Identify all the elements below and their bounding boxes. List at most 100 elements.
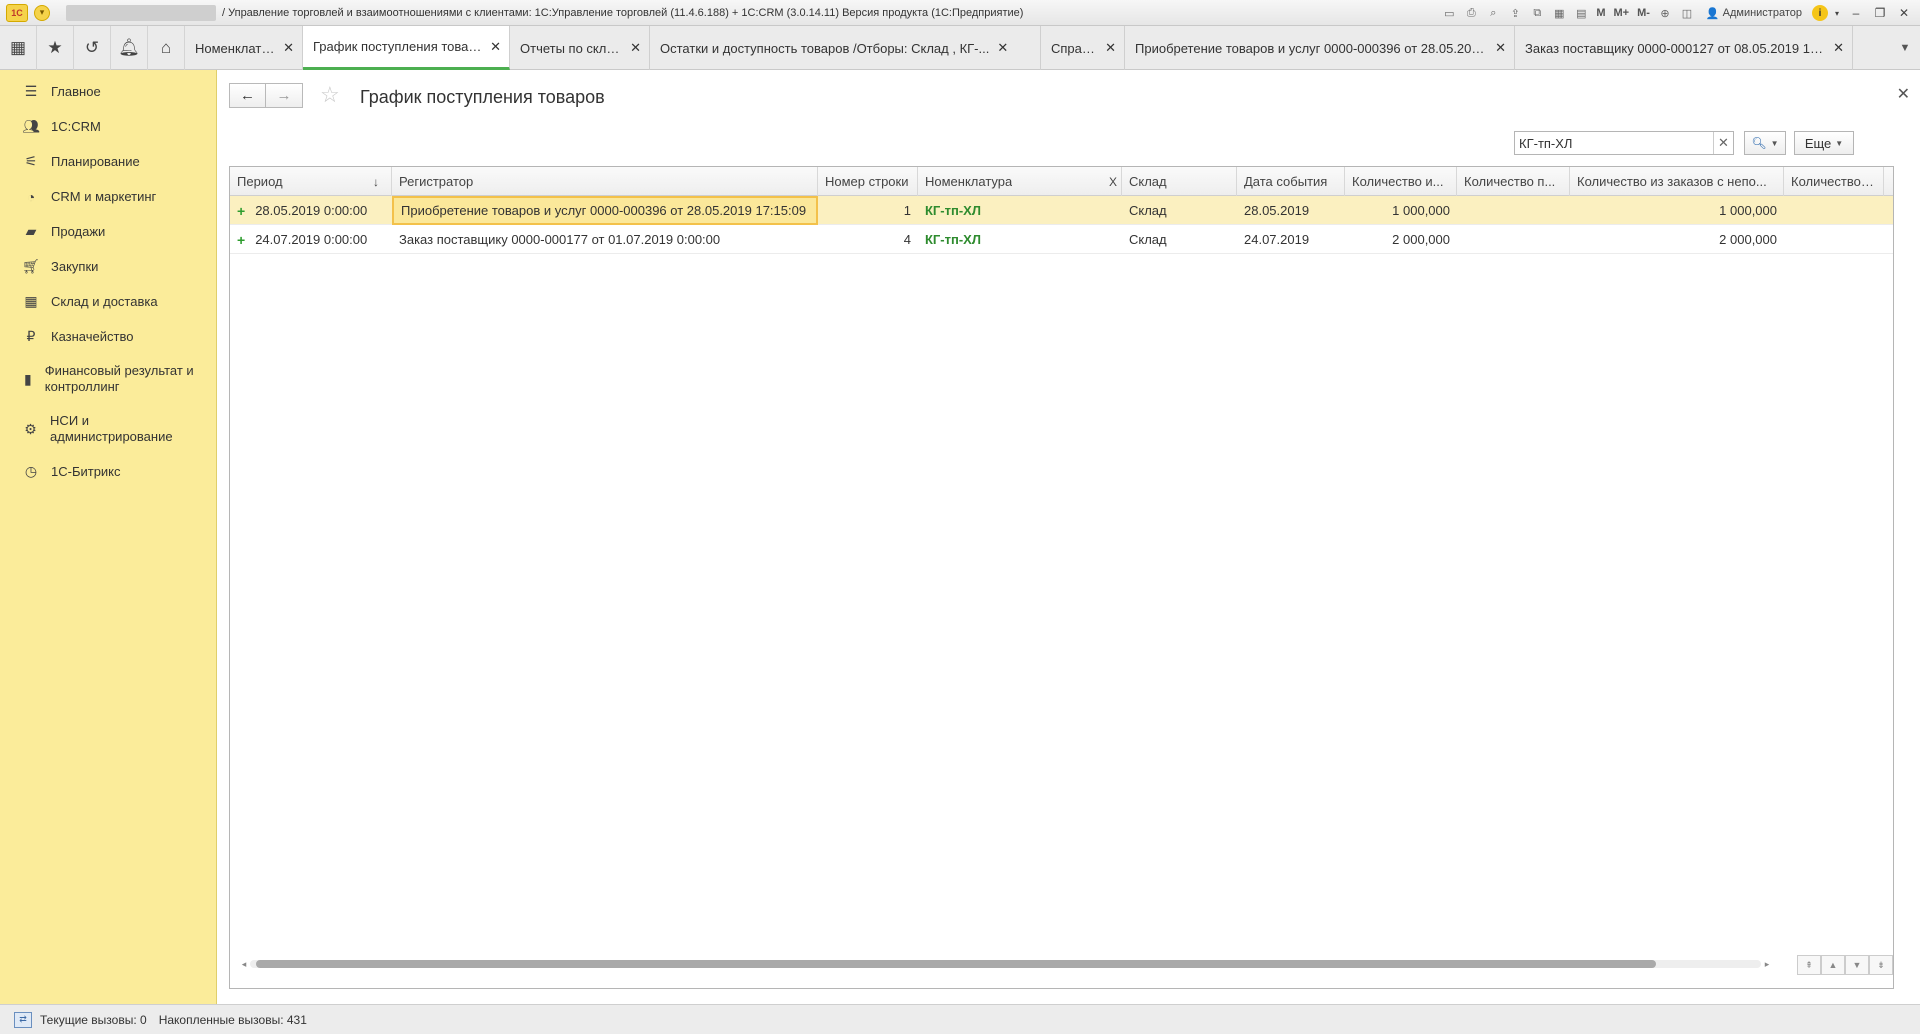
tabs-overflow-icon[interactable]: ▼: [1890, 26, 1920, 70]
favorites-star-icon[interactable]: ★: [37, 26, 74, 70]
clear-search-icon[interactable]: ✕: [1713, 132, 1733, 154]
zoom-icon[interactable]: ⊕: [1656, 4, 1674, 22]
calendar-icon[interactable]: ▤: [1572, 4, 1590, 22]
cell-period[interactable]: +24.07.2019 0:00:00: [230, 225, 392, 254]
memory-button[interactable]: M: [1594, 7, 1607, 19]
horizontal-scrollbar[interactable]: ◂ ▸: [238, 958, 1773, 970]
table-row[interactable]: +24.07.2019 0:00:00 Заказ поставщику 000…: [230, 225, 1893, 254]
cell-warehouse[interactable]: Склад: [1122, 225, 1237, 254]
tab-goods-receipt-schedule[interactable]: График поступления товаров ✕: [303, 26, 510, 70]
go-up-icon[interactable]: ▲: [1821, 955, 1845, 975]
column-header-qty2[interactable]: Количество п...: [1457, 167, 1570, 196]
sidebar-item-treasury[interactable]: ₽ Казначейство: [0, 319, 216, 354]
notifications-bell-icon[interactable]: 🔔︎: [111, 26, 148, 70]
cell-event-date[interactable]: 28.05.2019: [1237, 196, 1345, 225]
info-icon[interactable]: i: [1812, 5, 1828, 21]
go-first-icon[interactable]: ⇞: [1797, 955, 1821, 975]
close-icon[interactable]: ✕: [283, 40, 294, 56]
cell-line-number[interactable]: 4: [818, 225, 918, 254]
tab-nomenclature[interactable]: Номенклатура ✕: [185, 26, 303, 70]
more-button[interactable]: Еще ▼: [1794, 131, 1854, 155]
close-icon[interactable]: ✕: [1833, 40, 1844, 56]
scroll-right-icon[interactable]: ▸: [1761, 959, 1773, 970]
server-calls-icon[interactable]: ⇄: [14, 1011, 32, 1028]
forward-arrow-icon[interactable]: →: [266, 83, 303, 108]
close-form-icon[interactable]: ✕: [1897, 84, 1910, 104]
scroll-thumb[interactable]: [256, 960, 1656, 968]
history-icon[interactable]: ↺: [74, 26, 111, 70]
favorite-star-icon[interactable]: ☆: [320, 84, 340, 106]
scroll-left-icon[interactable]: ◂: [238, 959, 250, 970]
cell-qty3[interactable]: 1 000,000: [1570, 196, 1784, 225]
back-arrow-icon[interactable]: ←: [229, 83, 266, 108]
close-icon[interactable]: ✕: [630, 40, 641, 56]
sidebar-item-main[interactable]: ☰ Главное: [0, 74, 216, 109]
column-header-qty3[interactable]: Количество из заказов с непо...: [1570, 167, 1784, 196]
sidebar-item-crm[interactable]: 👥︎ 1С:CRM: [0, 109, 216, 144]
cell-nomenclature[interactable]: КГ-тп-ХЛ: [918, 196, 1100, 225]
close-icon[interactable]: ✕: [997, 40, 1008, 56]
cell-qty1[interactable]: 1 000,000: [1345, 196, 1457, 225]
cell-qty1[interactable]: 2 000,000: [1345, 225, 1457, 254]
print-icon[interactable]: ⎙: [1462, 4, 1480, 22]
main-menu-button[interactable]: ▾: [34, 4, 50, 21]
cell-line-number[interactable]: 1: [818, 196, 918, 225]
copy-icon[interactable]: ⧉: [1528, 4, 1546, 22]
cell-registrar[interactable]: Приобретение товаров и услуг 0000-000396…: [392, 196, 818, 225]
upload-icon[interactable]: ⇪: [1506, 4, 1524, 22]
restore-button[interactable]: ❐: [1870, 4, 1890, 22]
column-header-event-date[interactable]: Дата события: [1237, 167, 1345, 196]
tab-purchase-document[interactable]: Приобретение товаров и услуг 0000-000396…: [1125, 26, 1515, 70]
cell-qty4[interactable]: [1784, 196, 1884, 225]
home-icon[interactable]: ⌂: [148, 26, 185, 70]
sidebar-item-planning[interactable]: ⚟ Планирование: [0, 144, 216, 179]
sidebar-item-bitrix[interactable]: ◷ 1С-Битрикс: [0, 454, 216, 489]
memory-plus-button[interactable]: M+: [1612, 7, 1632, 19]
tab-warehouse-reports[interactable]: Отчеты по складу ✕: [510, 26, 650, 70]
column-header-qty1[interactable]: Количество и...: [1345, 167, 1457, 196]
save-icon[interactable]: ▭: [1440, 4, 1458, 22]
column-header-qty4[interactable]: Количество по: [1784, 167, 1884, 196]
scroll-track[interactable]: [250, 960, 1761, 968]
minimize-button[interactable]: –: [1846, 4, 1866, 22]
apps-grid-icon[interactable]: ▦: [0, 26, 37, 70]
table-row[interactable]: +28.05.2019 0:00:00 Приобретение товаров…: [230, 196, 1893, 225]
search-button[interactable]: 🔍︎ ▼: [1744, 131, 1786, 155]
sidebar-item-admin[interactable]: ⚙ НСИ и администрирование: [0, 404, 216, 454]
preview-icon[interactable]: ⌕: [1484, 4, 1502, 22]
go-down-icon[interactable]: ▼: [1845, 955, 1869, 975]
spreadsheet-icon[interactable]: ▦: [1550, 4, 1568, 22]
records-table[interactable]: Период ↓ Регистратор Номер строки Номенкл…: [229, 166, 1894, 989]
column-header-nomenclature[interactable]: Номенклатура Х: [918, 167, 1122, 196]
panels-icon[interactable]: ◫: [1678, 4, 1696, 22]
column-header-period[interactable]: Период ↓: [230, 167, 392, 196]
cell-nomenclature[interactable]: КГ-тп-ХЛ: [918, 225, 1100, 254]
cell-event-date[interactable]: 24.07.2019: [1237, 225, 1345, 254]
cell-qty2[interactable]: [1457, 225, 1570, 254]
close-icon[interactable]: ✕: [1105, 40, 1116, 56]
cell-qty3[interactable]: 2 000,000: [1570, 225, 1784, 254]
tab-supplier-order[interactable]: Заказ поставщику 0000-000127 от 08.05.20…: [1515, 26, 1853, 70]
column-header-registrar[interactable]: Регистратор: [392, 167, 818, 196]
memory-minus-button[interactable]: M-: [1635, 7, 1652, 19]
sidebar-item-financial-result[interactable]: ▮ Финансовый результат и контроллинг: [0, 354, 216, 404]
go-last-icon[interactable]: ⇟: [1869, 955, 1893, 975]
close-icon[interactable]: ✕: [490, 39, 501, 55]
sidebar-item-purchases[interactable]: 🛒︎ Закупки: [0, 249, 216, 284]
user-menu[interactable]: 👤 Администратор: [1700, 7, 1808, 20]
cell-warehouse[interactable]: Склад: [1122, 196, 1237, 225]
column-header-warehouse[interactable]: Склад: [1122, 167, 1237, 196]
column-header-line-number[interactable]: Номер строки: [818, 167, 918, 196]
sidebar-item-sales[interactable]: ▰ Продажи: [0, 214, 216, 249]
sidebar-item-warehouse[interactable]: ▦ Склад и доставка: [0, 284, 216, 319]
cell-period[interactable]: +28.05.2019 0:00:00: [230, 196, 392, 225]
cell-registrar[interactable]: Заказ поставщику 0000-000177 от 01.07.20…: [392, 225, 818, 254]
tab-stock-availability[interactable]: Остатки и доступность товаров /Отборы: С…: [650, 26, 1041, 70]
sidebar-item-crm-marketing[interactable]: ◔ CRM и маркетинг: [0, 179, 216, 214]
close-window-button[interactable]: ✕: [1894, 4, 1914, 22]
cell-qty2[interactable]: [1457, 196, 1570, 225]
tab-help[interactable]: Справка ✕: [1041, 26, 1125, 70]
info-dropdown-icon[interactable]: ▾: [1832, 4, 1842, 22]
search-input[interactable]: [1515, 132, 1713, 154]
cell-qty4[interactable]: [1784, 225, 1884, 254]
